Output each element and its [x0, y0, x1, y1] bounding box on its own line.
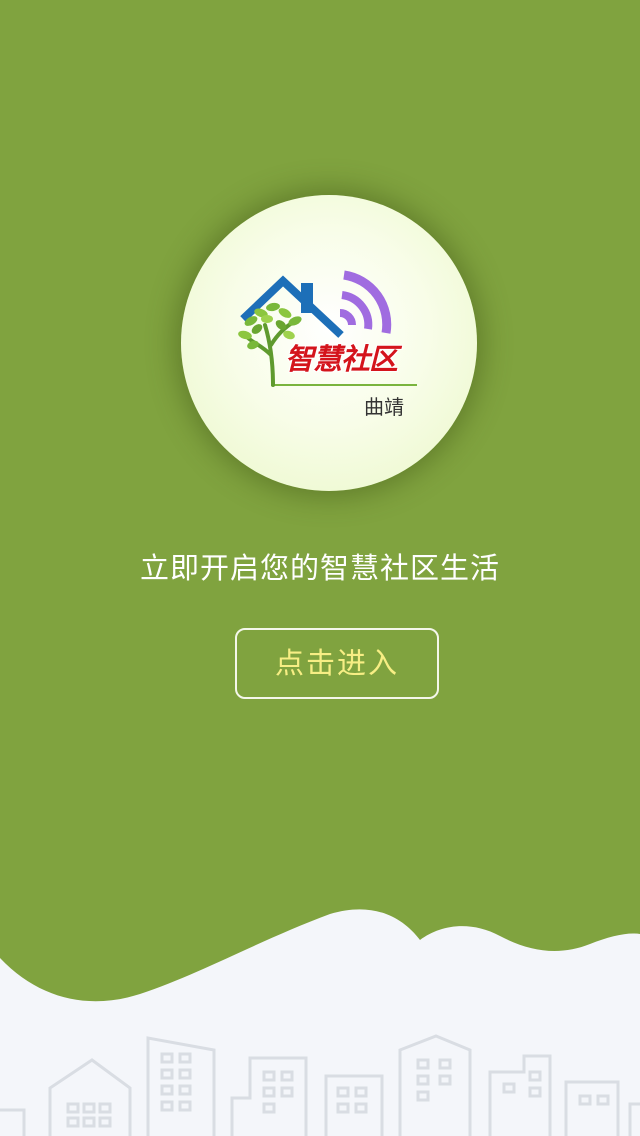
logo-city-text: 曲靖: [364, 395, 404, 419]
enter-button-label: 点击进入: [274, 646, 399, 680]
app-logo-circle: 智慧社区 曲靖: [181, 195, 477, 491]
wifi-signal-icon: [339, 270, 392, 334]
city-skyline-footer: [0, 909, 640, 1136]
logo-brand-text: 智慧社区: [285, 342, 398, 376]
wave-background: [0, 909, 640, 1136]
splash-screen: 智慧社区 曲靖 立即开启您的智慧社区生活 点击进入: [0, 0, 640, 1136]
tagline-text: 立即开启您的智慧社区生活: [139, 551, 500, 585]
enter-button[interactable]: 点击进入: [235, 628, 439, 699]
